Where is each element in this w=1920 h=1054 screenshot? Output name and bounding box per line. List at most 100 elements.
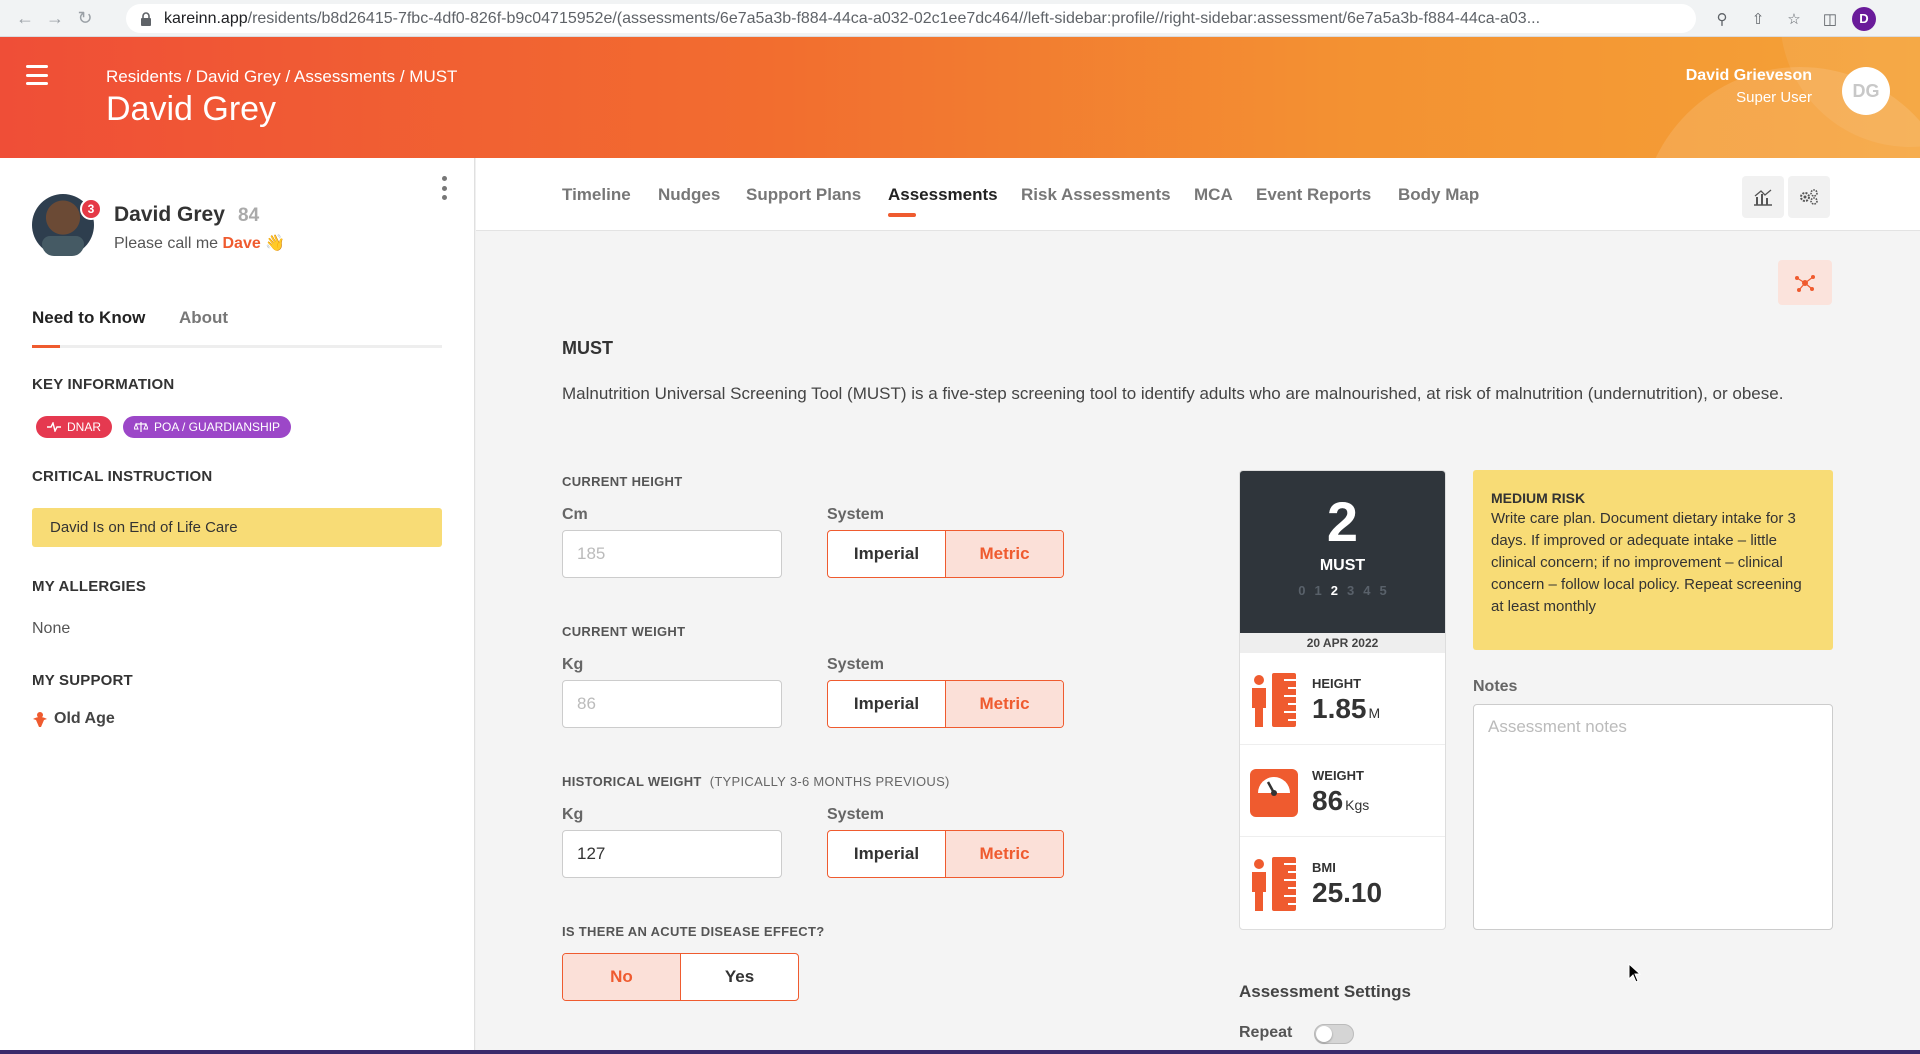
url-text: kareinn.app/residents/b8d26415-7fbc-4df0… [164, 9, 1541, 27]
scale-step: 5 [1379, 583, 1387, 598]
acute-no-option[interactable]: No [563, 954, 680, 1000]
settings-button[interactable] [1788, 176, 1830, 218]
main-content: Timeline Nudges Support Plans Assessment… [476, 158, 1920, 1054]
score-date: 20 APR 2022 [1240, 633, 1445, 653]
scale-step: 4 [1363, 583, 1371, 598]
nickname-line: Please call me Dave 👋 [114, 235, 286, 252]
risk-title: MEDIUM RISK [1491, 490, 1586, 506]
height-system-label: System [827, 506, 884, 523]
weight-metric-value: 86 Kgs [1312, 785, 1370, 816]
star-icon[interactable]: ☆ [1780, 5, 1808, 33]
support-item: Old Age [32, 710, 115, 728]
tab-nudges[interactable]: Nudges [658, 185, 720, 205]
acute-disease-label: IS THERE AN ACUTE DISEASE EFFECT? [562, 924, 825, 939]
share-icon[interactable]: ⇧ [1744, 5, 1772, 33]
current-weight-label: CURRENT WEIGHT [562, 624, 686, 639]
bmi-metric: BMI 25.10 [1240, 837, 1445, 929]
profile-sidebar: 3 David Grey 84 Please call me Dave 👋 Ne… [0, 158, 475, 1054]
user-name: David Grieveson [1685, 67, 1812, 84]
window-edge [0, 1050, 1920, 1054]
network-button[interactable] [1778, 260, 1832, 305]
form-description: Malnutrition Universal Screening Tool (M… [562, 384, 1784, 403]
bmi-metric-value: 25.10 [1312, 877, 1383, 908]
tab-risk-assessments[interactable]: Risk Assessments [1021, 185, 1171, 205]
score-label: MUST [1319, 557, 1366, 574]
height-input[interactable] [562, 530, 782, 578]
forward-icon[interactable]: → [40, 3, 70, 33]
key-icon[interactable]: ⚲ [1708, 5, 1736, 33]
back-icon[interactable]: ← [10, 3, 40, 33]
support-person-icon [33, 712, 47, 727]
historical-weight-input[interactable] [562, 830, 782, 878]
weight-input[interactable] [562, 680, 782, 728]
resident-age: 84 [238, 205, 260, 226]
weight-metric-title: WEIGHT [1312, 768, 1364, 783]
lock-icon [141, 11, 151, 26]
must-score-card: 2 MUST 0 1 2 3 4 5 20 APR 2022 HEIGHT 1.… [1239, 470, 1446, 930]
height-unit-label: Cm [562, 506, 588, 523]
tab-event-reports[interactable]: Event Reports [1256, 185, 1371, 205]
height-metric: HEIGHT 1.85 M [1240, 653, 1445, 745]
active-tab-indicator [888, 213, 916, 217]
score-value: 2 [1326, 490, 1359, 553]
user-info[interactable]: David Grieveson Super User [1686, 67, 1812, 106]
app-header: Residents / David Grey / Assessments / M… [0, 37, 1920, 158]
sidebar-tabs: Need to Know About [32, 308, 442, 348]
chart-icon [1754, 189, 1772, 206]
acute-yes-option[interactable]: Yes [680, 954, 798, 1000]
weight-metric-option[interactable]: Metric [945, 681, 1063, 727]
scale-step: 0 [1298, 583, 1306, 598]
height-imperial-option[interactable]: Imperial [828, 531, 945, 577]
historical-weight-hint: (TYPICALLY 3-6 MONTHS PREVIOUS) [709, 774, 950, 789]
historical-imperial-option[interactable]: Imperial [828, 831, 945, 877]
gears-icon [1800, 189, 1818, 205]
notes-label: Notes [1473, 678, 1518, 695]
dnar-tag[interactable]: DNAR [36, 416, 113, 438]
user-avatar[interactable]: DG [1842, 67, 1890, 115]
score-header: 2 MUST 0 1 2 3 4 5 [1240, 471, 1445, 633]
address-bar[interactable]: kareinn.app/residents/b8d26415-7fbc-4df0… [126, 4, 1696, 33]
reload-icon[interactable]: ↻ [70, 3, 100, 33]
browser-profile-avatar[interactable]: D [1852, 6, 1876, 31]
height-metric-title: HEIGHT [1312, 676, 1362, 691]
tab-about[interactable]: About [179, 308, 228, 328]
notification-badge[interactable]: 3 [80, 198, 102, 220]
analytics-button[interactable] [1742, 176, 1784, 218]
form-title: MUST [562, 338, 613, 358]
sidebar-panel-icon[interactable]: ◫ [1816, 5, 1844, 33]
more-options-icon[interactable] [440, 176, 448, 200]
notes-textarea[interactable] [1473, 704, 1833, 930]
assessment-settings-heading: Assessment Settings [1239, 982, 1411, 1001]
mouse-cursor-icon [1628, 963, 1642, 983]
page-title: David Grey [106, 90, 277, 128]
resident-name: David Grey [114, 203, 225, 226]
critical-instruction-heading: CRITICAL INSTRUCTION [32, 468, 213, 485]
tab-mca[interactable]: MCA [1194, 185, 1233, 205]
tab-body-map[interactable]: Body Map [1398, 185, 1479, 205]
tab-need-to-know[interactable]: Need to Know [32, 308, 145, 328]
heartbeat-icon [47, 422, 61, 432]
poa-tag[interactable]: POA / GUARDIANSHIP [123, 416, 292, 438]
current-height-label: CURRENT HEIGHT [562, 474, 683, 489]
historical-metric-option[interactable]: Metric [945, 831, 1063, 877]
bmi-ruler-icon [1252, 857, 1296, 911]
weight-system-label: System [827, 656, 884, 673]
breadcrumb[interactable]: Residents / David Grey / Assessments / M… [106, 67, 457, 87]
resident-nav: Timeline Nudges Support Plans Assessment… [476, 158, 1920, 231]
scales-icon [134, 422, 148, 432]
critical-instruction: David Is on End of Life Care [32, 508, 442, 547]
scale-step: 1 [1314, 583, 1322, 598]
historical-unit-label: Kg [562, 806, 584, 823]
height-metric-option[interactable]: Metric [945, 531, 1063, 577]
acute-disease-toggle: No Yes [562, 953, 799, 1001]
tab-assessments[interactable]: Assessments [888, 185, 998, 205]
menu-icon[interactable] [26, 65, 48, 85]
browser-toolbar: ← → ↻ kareinn.app/residents/b8d26415-7fb… [0, 0, 1920, 37]
repeat-toggle[interactable] [1314, 1024, 1354, 1044]
weight-imperial-option[interactable]: Imperial [828, 681, 945, 727]
weight-system-toggle: Imperial Metric [827, 680, 1064, 728]
scale-step-current: 2 [1330, 583, 1338, 598]
tab-timeline[interactable]: Timeline [562, 185, 631, 205]
tab-support-plans[interactable]: Support Plans [746, 185, 861, 205]
active-tab-indicator [32, 345, 60, 348]
